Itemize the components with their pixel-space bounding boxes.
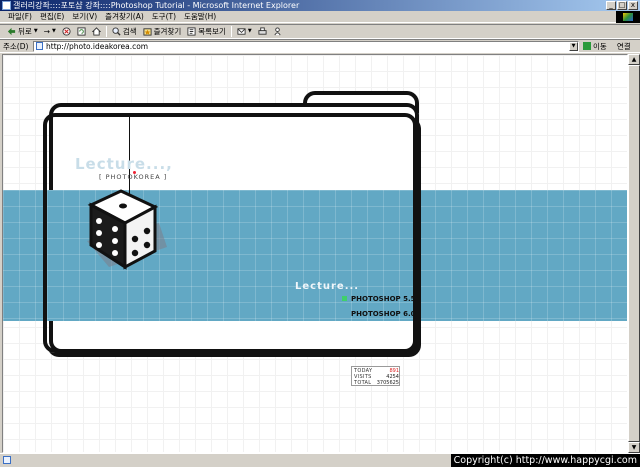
back-label: 뒤로 [18, 27, 32, 36]
refresh-icon [77, 27, 86, 36]
favorites-button[interactable]: 즐겨찾기 [140, 25, 185, 38]
menu-tools[interactable]: 도구(T) [148, 11, 180, 23]
messenger-button[interactable] [270, 27, 285, 36]
go-button[interactable]: 이동 [583, 41, 607, 52]
lecture-heading: Lecture..., [75, 155, 173, 173]
search-label: 검색 [122, 27, 137, 36]
window-title: 갤러리강좌::::포토샵 강좌::::Photoshop Tutorial - … [13, 1, 300, 10]
copyright-text: Copyright(c) http://www.happycgi.com [450, 454, 640, 467]
go-arrow-icon [583, 42, 591, 50]
menu-view[interactable]: 보기(V) [68, 11, 101, 23]
home-icon [91, 27, 101, 36]
search-button[interactable]: 검색 [109, 25, 140, 38]
status-bar: Copyright(c) http://www.happycgi.com [0, 453, 640, 467]
page-icon [36, 42, 43, 50]
forward-arrow-icon: → [43, 27, 50, 36]
menu-favorites[interactable]: 즐겨찾기(A) [101, 11, 148, 23]
print-button[interactable] [255, 27, 270, 36]
minimize-button[interactable]: _ [606, 1, 616, 10]
scroll-up-button[interactable]: ▲ [628, 54, 640, 65]
messenger-icon [274, 27, 281, 36]
links-button[interactable]: 연결 [617, 41, 631, 52]
windows-logo-icon [616, 11, 640, 23]
maximize-button[interactable]: □ [617, 1, 627, 10]
close-button[interactable]: x [628, 1, 638, 10]
history-label: 목록보기 [198, 27, 226, 36]
lecture-menu-title: Lecture... [295, 281, 360, 292]
chevron-down-icon: ▼ [51, 28, 56, 34]
menu-help[interactable]: 도움말(H) [180, 11, 220, 23]
history-icon [187, 27, 196, 36]
menu-file[interactable]: 파일(F) [4, 11, 36, 23]
address-dropdown-button[interactable]: ▼ [569, 41, 578, 51]
address-label: 주소(D) [3, 41, 29, 51]
toolbar-separator [230, 26, 232, 37]
stop-button[interactable] [59, 27, 74, 36]
favorites-icon [143, 28, 152, 36]
scroll-down-button[interactable]: ▼ [628, 442, 640, 453]
print-icon [258, 27, 267, 35]
red-dot [133, 171, 136, 174]
toolbar-separator [105, 26, 107, 37]
favorites-label: 즐겨찾기 [153, 27, 182, 36]
total-value: 3705625 [376, 380, 399, 386]
counter-row-total: TOTAL 3705625 [354, 380, 399, 386]
address-url: http://photo.ideakorea.com [46, 41, 149, 51]
menu-edit[interactable]: 편집(E) [36, 11, 68, 23]
mail-button[interactable]: ▼ [234, 25, 255, 38]
menu-marker-icon [342, 296, 347, 301]
title-bar[interactable]: 갤러리강좌::::포토샵 강좌::::Photoshop Tutorial - … [0, 0, 640, 11]
ie-icon [2, 1, 11, 10]
chevron-down-icon: ▼ [247, 28, 252, 34]
visitor-counter: TODAY 891 VISITS 4254 TOTAL 3705625 [351, 366, 400, 386]
dice-icon [87, 189, 167, 270]
history-button[interactable]: 목록보기 [184, 25, 229, 38]
scroll-thumb[interactable] [628, 65, 640, 442]
refresh-button[interactable] [74, 27, 89, 36]
stop-icon [62, 27, 71, 36]
browser-window: 갤러리강좌::::포토샵 강좌::::Photoshop Tutorial - … [0, 0, 640, 467]
vertical-scrollbar[interactable]: ▲ ▼ [628, 54, 640, 453]
photoshop-6-0-link[interactable]: PHOTOSHOP 6.0 [351, 310, 415, 318]
search-icon [112, 27, 121, 36]
back-arrow-icon [7, 27, 16, 36]
menu-bar: 파일(F) 편집(E) 보기(V) 즐겨찾기(A) 도구(T) 도움말(H) [0, 11, 640, 23]
address-bar: 주소(D) http://photo.ideakorea.com ▼ 이동 연결 [0, 39, 640, 53]
total-label: TOTAL [354, 380, 372, 386]
go-label: 이동 [593, 41, 607, 51]
home-button[interactable] [89, 27, 104, 36]
back-button[interactable]: 뒤로 ▼ [4, 25, 41, 38]
address-input[interactable]: http://photo.ideakorea.com ▼ [33, 40, 579, 52]
forward-button[interactable]: → ▼ [41, 25, 59, 38]
mail-icon [237, 28, 246, 35]
chevron-down-icon: ▼ [33, 28, 38, 34]
window-controls: _ □ x [606, 1, 638, 10]
page-viewport: Lecture..., [ PHOTOKOREA ] Lecture... PH… [2, 54, 628, 453]
standard-toolbar: 뒤로 ▼ → ▼ 검색 즐겨찾기 목록보기 ▼ [0, 24, 640, 39]
photokorea-label: [ PHOTOKOREA ] [99, 173, 168, 181]
status-page-icon [3, 456, 11, 464]
photoshop-5-5-link[interactable]: PHOTOSHOP 5.5 [351, 295, 415, 303]
